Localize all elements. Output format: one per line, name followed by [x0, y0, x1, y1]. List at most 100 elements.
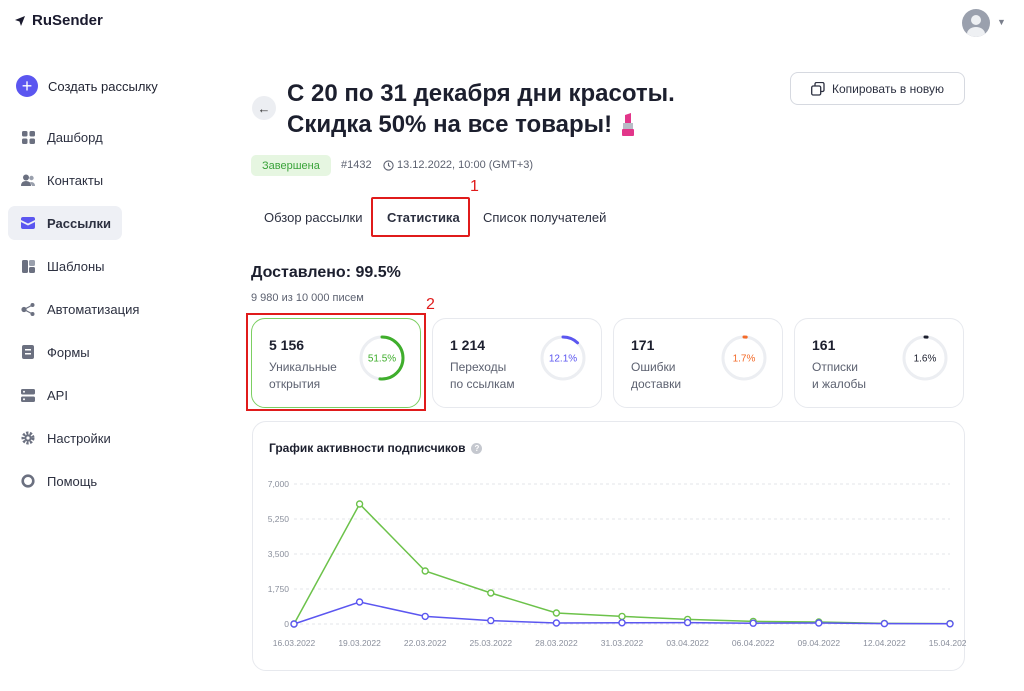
back-button[interactable]: ← [252, 96, 276, 120]
y-tick-label: 3,500 [268, 549, 290, 559]
x-tick-label: 22.03.2022 [404, 638, 447, 648]
sidebar-item-label: Рассылки [47, 215, 112, 231]
x-tick-label: 19.03.2022 [338, 638, 381, 648]
stat-label-line-1: Ошибки [631, 360, 676, 374]
annotation-marker-1: 1 [470, 178, 479, 195]
sidebar-item-contacts[interactable]: Контакты [8, 163, 122, 197]
x-tick-label: 12.04.2022 [863, 638, 906, 648]
y-tick-label: 1,750 [268, 584, 290, 594]
x-tick-label: 31.03.2022 [601, 638, 644, 648]
data-point[interactable] [946, 620, 954, 628]
sidebar-item-label: Формы [47, 344, 90, 360]
annotation-box-card [246, 313, 426, 411]
stat-label-line-1: Переходы [450, 360, 507, 374]
sidebar-item-automation[interactable]: Автоматизация [8, 292, 139, 326]
contacts-icon [21, 173, 35, 187]
title-line-2: Скидка 50% на все товары! [287, 111, 613, 138]
sidebar-item-forms[interactable]: Формы [8, 335, 122, 369]
api-icon [21, 388, 35, 402]
sidebar-item-api[interactable]: API [8, 378, 122, 412]
sidebar-item-templates[interactable]: Шаблоны [8, 249, 122, 283]
help-icon [21, 474, 35, 488]
activity-chart: 0 1,750 3,500 5,250 7,000 16.03.2022 19.03.202… [268, 479, 966, 648]
sidebar-item-help[interactable]: Помощь [8, 464, 122, 498]
sidebar-item-label: Контакты [47, 172, 104, 188]
activity-chart-card: График активности подписчиков ? 0 1,750 3,… [252, 421, 966, 671]
app-name: RuSender [32, 12, 103, 29]
create-campaign-label: Создать рассылку [48, 78, 158, 94]
avatar[interactable] [962, 9, 990, 37]
data-point[interactable] [552, 619, 561, 627]
delivered-title: Доставлено: 99.5% [251, 264, 401, 281]
ring-percent: 1.7% [733, 354, 756, 365]
status-badge: Завершена [251, 155, 331, 176]
automation-icon [21, 302, 35, 316]
x-tick-label: 03.04.2022 [666, 638, 709, 648]
annotation-marker-2: 2 [426, 296, 435, 313]
sidebar-item-settings[interactable]: Настройки [8, 421, 122, 455]
tab-overview[interactable]: Обзор рассылки [264, 210, 363, 225]
clock-icon [383, 159, 394, 171]
x-tick-label: 28.03.2022 [535, 638, 578, 648]
y-tick-label: 5,250 [268, 514, 290, 524]
sidebar-item-label: Автоматизация [47, 301, 140, 317]
data-point[interactable] [880, 619, 889, 628]
user-icon [967, 15, 985, 37]
sidebar-item-campaigns[interactable]: Рассылки [8, 206, 122, 240]
series-line [293, 502, 951, 625]
data-point[interactable] [355, 598, 364, 606]
copy-to-new-button[interactable]: Копировать в новую [790, 72, 965, 105]
chevron-down-icon[interactable]: ▼ [997, 17, 1006, 27]
sidebar-item-dashboard[interactable]: Дашборд [8, 120, 122, 154]
plus-icon: + [16, 75, 38, 97]
sidebar-item-label: Помощь [47, 473, 98, 489]
annotation-box-tab [371, 197, 470, 237]
ring-percent: 1.6% [914, 354, 937, 365]
data-point[interactable] [552, 609, 561, 617]
copy-icon [811, 81, 825, 96]
data-point[interactable] [290, 620, 298, 628]
app-logo[interactable]: RuSender [14, 12, 103, 29]
create-campaign-button[interactable]: + Создать рассылку [16, 75, 158, 97]
x-tick-label: 06.04.2022 [732, 638, 775, 648]
data-point[interactable] [355, 500, 364, 508]
stat-label: Переходы по ссылкам [450, 359, 515, 393]
campaign-id: #1432 [341, 159, 372, 171]
x-tick-label: 16.03.2022 [273, 638, 316, 648]
progress-ring: 1.7% [721, 335, 767, 381]
copy-to-new-label: Копировать в новую [831, 81, 945, 96]
campaign-date: 13.12.2022, 10:00 (GMT+3) [383, 159, 533, 171]
data-point[interactable] [618, 612, 626, 621]
send-arrow-icon [15, 15, 25, 26]
progress-ring: 12.1% [540, 335, 586, 381]
x-tick-label: 09.04.2022 [798, 638, 841, 648]
stat-label: Ошибки доставки [631, 359, 681, 393]
lipstick-icon [622, 112, 635, 136]
campaigns-icon [21, 216, 35, 230]
tab-recipients[interactable]: Список получателей [483, 210, 606, 225]
stat-label-line-2: по ссылкам [450, 377, 515, 391]
stat-card-clicks[interactable]: 1 214 Переходы по ссылкам 12.1% [432, 318, 602, 408]
sidebar-item-label: Шаблоны [47, 258, 105, 274]
sidebar-item-label: API [47, 387, 68, 403]
data-point[interactable] [683, 618, 692, 627]
stat-card-unsubscribes[interactable]: 161 Отписки и жалобы 1.6% [794, 318, 964, 408]
data-point[interactable] [618, 619, 626, 627]
ring-percent: 12.1% [549, 354, 577, 365]
data-point[interactable] [421, 567, 429, 575]
templates-icon [21, 259, 35, 273]
stat-label-line-2: и жалобы [812, 377, 867, 391]
data-point[interactable] [421, 612, 429, 621]
stat-value: 161 [812, 337, 836, 353]
stat-label: Отписки и жалобы [812, 359, 866, 393]
progress-ring: 1.6% [902, 335, 948, 381]
data-point[interactable] [487, 589, 495, 597]
data-point[interactable] [815, 619, 823, 627]
campaign-date-text: 13.12.2022, 10:00 (GMT+3) [397, 159, 534, 171]
data-point[interactable] [749, 619, 757, 627]
title-line-1: С 20 по 31 декабря дни красоты. [287, 80, 675, 107]
data-point[interactable] [487, 616, 495, 625]
sidebar-item-label: Дашборд [47, 129, 103, 145]
stat-label-line-2: доставки [631, 377, 682, 391]
stat-card-errors[interactable]: 171 Ошибки доставки 1.7% [613, 318, 783, 408]
